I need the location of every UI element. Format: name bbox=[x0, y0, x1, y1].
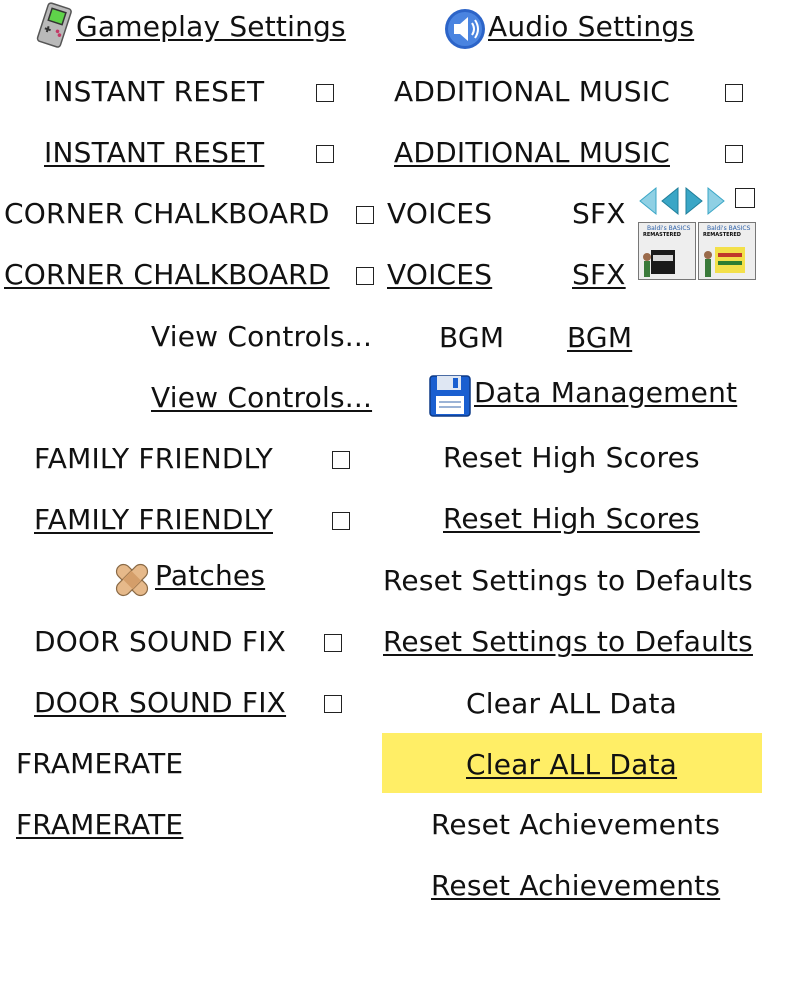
family-friendly-option-underlined[interactable]: FAMILY FRIENDLY bbox=[34, 503, 273, 537]
voices-option[interactable]: VOICES bbox=[387, 197, 492, 231]
bandage-icon bbox=[115, 563, 149, 597]
reset-high-scores-button-underlined[interactable]: Reset High Scores bbox=[443, 502, 700, 536]
additional-music-option-underlined[interactable]: ADDITIONAL MUSIC bbox=[394, 136, 670, 170]
corner-chalkboard-option[interactable]: CORNER CHALKBOARD bbox=[4, 197, 330, 231]
clear-all-data-button[interactable]: Clear ALL Data bbox=[466, 687, 677, 721]
speaker-icon bbox=[445, 9, 485, 49]
floppy-disk-icon bbox=[429, 375, 471, 417]
framerate-option-underlined[interactable]: FRAMERATE bbox=[16, 808, 183, 842]
audio-settings-header: Audio Settings bbox=[488, 10, 695, 43]
door-sound-fix-option[interactable]: DOOR SOUND FIX bbox=[34, 625, 286, 659]
corner-chalkboard-checkbox[interactable] bbox=[356, 206, 374, 224]
sfx-option-underlined[interactable]: SFX bbox=[572, 258, 626, 292]
reset-settings-button[interactable]: Reset Settings to Defaults bbox=[383, 564, 753, 598]
reset-achievements-button[interactable]: Reset Achievements bbox=[431, 808, 720, 842]
reset-high-scores-button[interactable]: Reset High Scores bbox=[443, 441, 700, 475]
corner-chalkboard-checkbox-2[interactable] bbox=[356, 267, 374, 285]
family-friendly-option[interactable]: FAMILY FRIENDLY bbox=[34, 442, 273, 476]
next-track-arrows-icon[interactable] bbox=[684, 186, 728, 216]
previous-track-arrows-icon[interactable] bbox=[638, 186, 680, 216]
instant-reset-option[interactable]: INSTANT RESET bbox=[44, 75, 264, 109]
additional-music-checkbox[interactable] bbox=[725, 84, 743, 102]
gameplay-settings-header: Gameplay Settings bbox=[76, 10, 346, 43]
soundtrack-thumbnail-1[interactable]: Baldi's BASICS REMASTERED bbox=[638, 222, 696, 280]
instant-reset-checkbox-2[interactable] bbox=[316, 145, 334, 163]
bgm-option-underlined[interactable]: BGM bbox=[567, 321, 632, 355]
view-controls-button-underlined[interactable]: View Controls... bbox=[151, 381, 372, 415]
reset-settings-button-underlined[interactable]: Reset Settings to Defaults bbox=[383, 625, 753, 659]
view-controls-button[interactable]: View Controls... bbox=[151, 320, 372, 354]
door-sound-fix-option-underlined[interactable]: DOOR SOUND FIX bbox=[34, 686, 286, 720]
family-friendly-checkbox-2[interactable] bbox=[332, 512, 350, 530]
framerate-option[interactable]: FRAMERATE bbox=[16, 747, 183, 781]
gameboy-icon bbox=[36, 2, 72, 48]
bgm-option[interactable]: BGM bbox=[439, 321, 504, 355]
sfx-option[interactable]: SFX bbox=[572, 197, 626, 231]
clear-all-data-button-underlined[interactable]: Clear ALL Data bbox=[466, 748, 677, 782]
data-management-header: Data Management bbox=[474, 376, 738, 409]
thumbnail-1-art bbox=[643, 250, 675, 277]
corner-chalkboard-option-underlined[interactable]: CORNER CHALKBOARD bbox=[4, 258, 330, 292]
soundtrack-checkbox[interactable] bbox=[735, 188, 755, 208]
thumbnail-2-art bbox=[704, 247, 745, 277]
additional-music-checkbox-2[interactable] bbox=[725, 145, 743, 163]
family-friendly-checkbox[interactable] bbox=[332, 451, 350, 469]
soundtrack-thumbnail-2[interactable]: Baldi's BASICS REMASTERED bbox=[698, 222, 756, 280]
additional-music-option[interactable]: ADDITIONAL MUSIC bbox=[394, 75, 670, 109]
instant-reset-checkbox[interactable] bbox=[316, 84, 334, 102]
instant-reset-option-underlined[interactable]: INSTANT RESET bbox=[44, 136, 264, 170]
door-sound-fix-checkbox-2[interactable] bbox=[324, 695, 342, 713]
patches-header: Patches bbox=[155, 559, 266, 592]
door-sound-fix-checkbox[interactable] bbox=[324, 634, 342, 652]
reset-achievements-button-underlined[interactable]: Reset Achievements bbox=[431, 869, 720, 903]
voices-option-underlined[interactable]: VOICES bbox=[387, 258, 492, 292]
